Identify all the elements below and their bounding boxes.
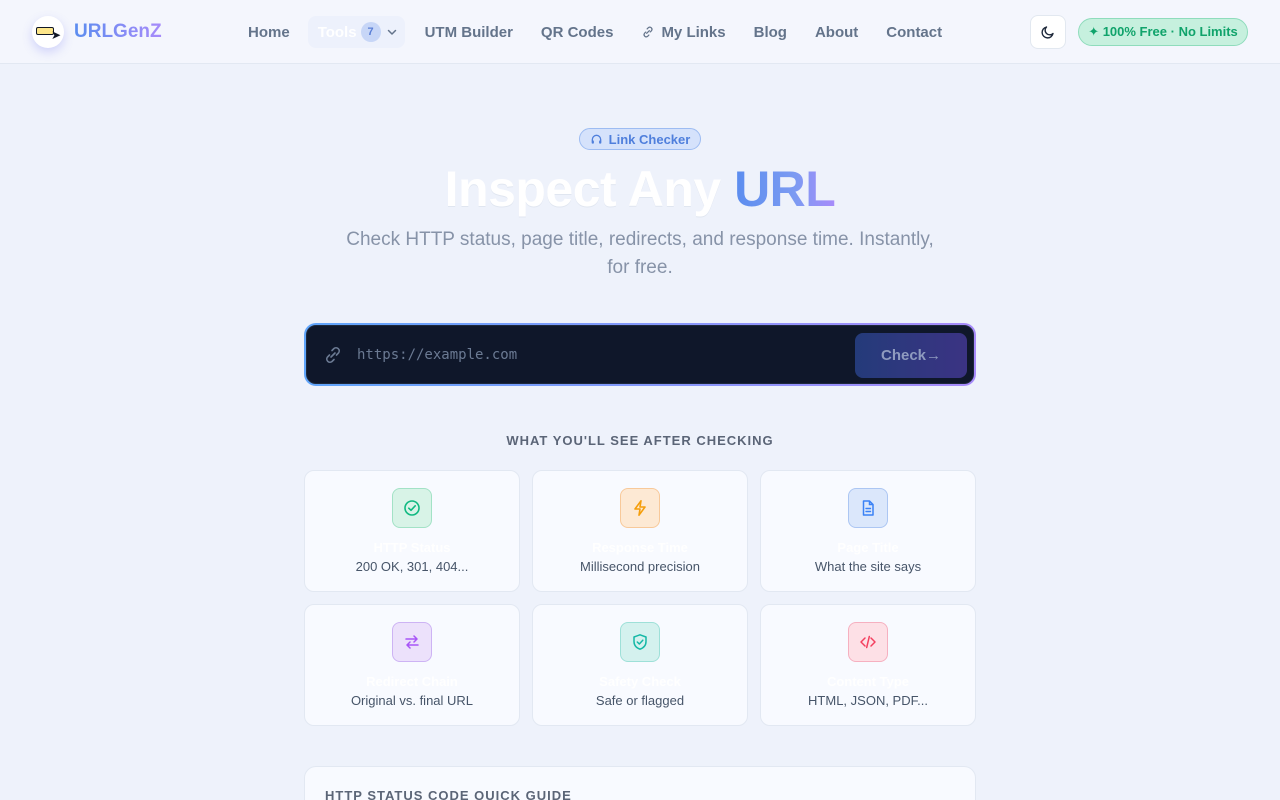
feature-desc: Millisecond precision [580,559,700,574]
feature-card-response-time: Response Time Millisecond precision [532,470,748,592]
nav-my-links[interactable]: My Links [641,23,726,41]
check-button[interactable]: Check→ [855,333,967,378]
nav-tools-label: Tools [317,23,357,41]
page-subtitle: Check HTTP status, page title, redirects… [346,229,934,278]
theme-toggle-button[interactable] [1030,15,1066,49]
headset-icon [591,134,602,144]
features-heading: WHAT YOU'LL SEE AFTER CHECKING [506,433,774,448]
feature-card-http-status: HTTP Status 200 OK, 301, 404... [304,470,520,592]
logo-icon: ➤ [32,16,64,48]
feature-card-redirect-chain: Redirect Chain Original vs. final URL [304,604,520,726]
page-title-plain: Inspect Any [444,161,735,217]
feature-title: Content Type [826,674,910,689]
top-nav: ➤ URLGenZ Home Tools 7 UTM Builder QR Co… [0,0,1280,64]
feature-title: Redirect Chain [366,674,458,689]
url-check-form: Check→ [304,323,976,386]
feature-card-content-type: Content Type HTML, JSON, PDF... [760,604,976,726]
feature-card-safety-check: Safety Check Safe or flagged [532,604,748,726]
url-input-container: Check→ [306,325,974,384]
lightning-icon [620,488,660,528]
page-title-accent: URL [734,161,836,217]
nav-blog[interactable]: Blog [754,24,787,41]
check-circle-icon [392,488,432,528]
link-checker-badge-label: Link Checker [608,131,691,147]
chevron-down-icon [387,29,396,35]
nav-about[interactable]: About [815,24,858,41]
feature-desc: HTML, JSON, PDF... [808,693,928,708]
code-icon [848,622,888,662]
nav-qr-codes[interactable]: QR Codes [541,24,614,41]
guide-title: HTTP STATUS CODE QUICK GUIDE [325,788,572,800]
feature-card-page-title: Page Title What the site says [760,470,976,592]
swap-arrows-icon [392,622,432,662]
nav-utm-builder[interactable]: UTM Builder [425,24,513,41]
feature-title: Page Title [837,540,899,555]
url-input[interactable] [357,341,837,369]
feature-title: HTTP Status [373,540,451,555]
document-icon [848,488,888,528]
moon-icon [1041,26,1054,39]
feature-desc: 200 OK, 301, 404... [355,559,469,574]
feature-desc: Original vs. final URL [350,693,474,708]
tools-count-badge: 7 [360,22,381,42]
page-title: Inspect Any URL [0,160,1280,218]
feature-title: Safety Check [599,674,681,689]
link-icon [326,347,340,363]
status-code-guide: HTTP STATUS CODE QUICK GUIDE [304,766,976,800]
nav-home[interactable]: Home [248,24,290,41]
nav-my-links-label: My Links [661,23,726,41]
brand-name: URLGenZ [74,21,162,42]
feature-desc: Safe or flagged [595,693,685,708]
free-badge: ✦ 100% Free · No Limits [1078,18,1248,46]
brand-logo[interactable]: ➤ URLGenZ [32,16,162,48]
link-checker-badge: Link Checker [579,128,701,150]
nav-tools-dropdown[interactable]: Tools 7 [307,16,405,48]
feature-title: Response Time [592,540,688,555]
link-icon [643,26,653,38]
nav-contact[interactable]: Contact [886,24,942,41]
nav-links: Home Tools 7 UTM Builder QR Codes My Lin… [248,0,970,64]
shield-check-icon [620,622,660,662]
feature-desc: What the site says [814,559,922,574]
